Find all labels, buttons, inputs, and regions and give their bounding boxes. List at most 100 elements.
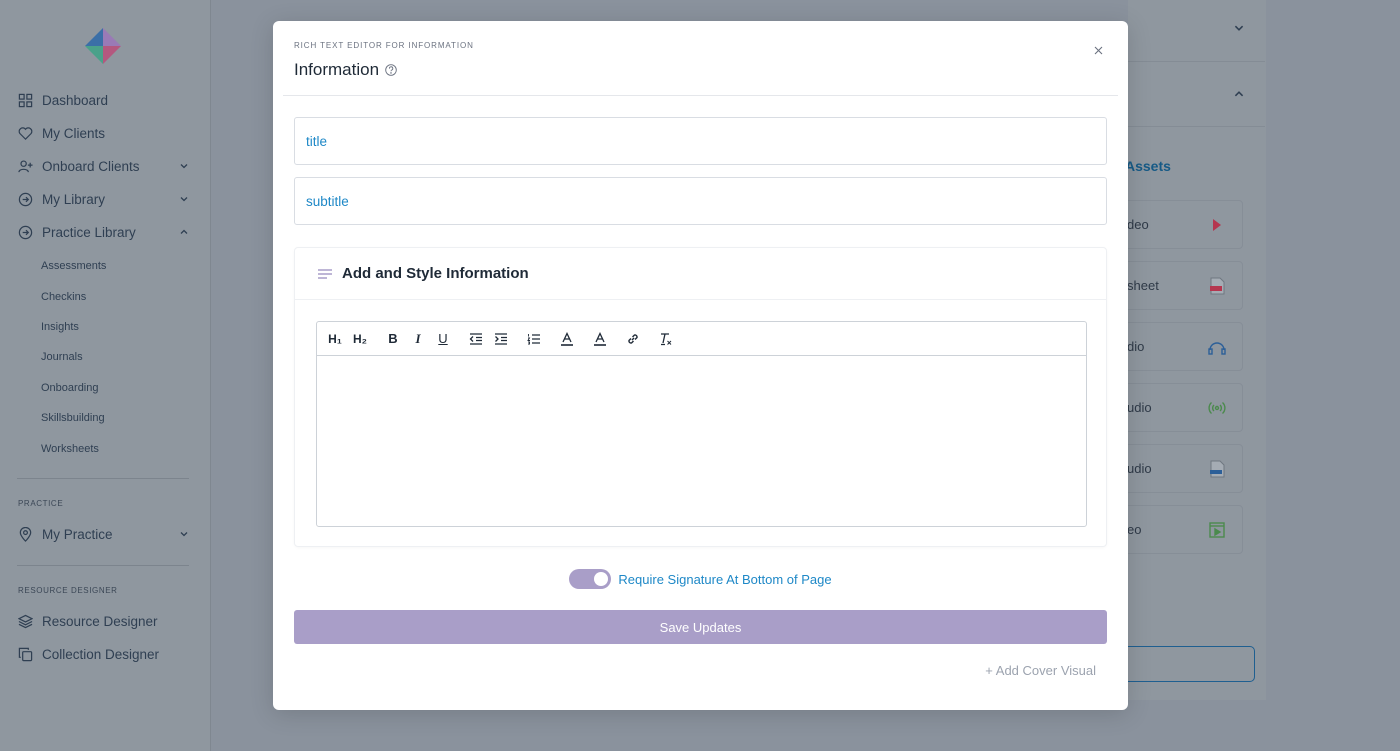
highlight-color-button[interactable] [592,331,608,347]
save-updates-button[interactable]: Save Updates [294,610,1107,644]
section-label-practice: PRACTICE [18,498,64,508]
asset-card-label: eo [1127,522,1142,537]
sidebar-item-collection-designer[interactable]: Collection Designer [0,638,211,671]
grid-icon [18,93,33,108]
asset-card-label: udio [1127,400,1152,415]
practice-library-submenu: Assessments Checkins Insights Journals O… [0,251,211,464]
sidebar-item-label: Onboard Clients [42,159,140,174]
sidebar-divider [17,564,189,566]
chevron-up-icon [180,229,188,234]
sidebar-nav: Dashboard My Clients Onboard Clients My … [0,84,211,671]
asset-card-file-audio[interactable]: udio [1110,444,1243,493]
asset-card-video[interactable]: deo [1110,200,1243,249]
chevron-down-icon [180,164,188,169]
editor-toolbar: H₁ H₂ B I U [317,322,1086,356]
arrow-circle-icon [18,225,33,240]
rich-text-card-heading: Add and Style Information [342,265,529,282]
chevron-up-icon [1234,91,1244,97]
title-input[interactable] [295,118,1106,164]
information-editor-modal: RICH TEXT EDITOR FOR INFORMATION Informa… [273,21,1128,710]
text-lines-icon [318,268,332,279]
sidebar-item-resource-designer[interactable]: Resource Designer [0,605,211,638]
modal-title: Information [294,60,397,80]
subtitle-field[interactable] [294,177,1107,225]
bold-button[interactable]: B [385,331,401,347]
pdf-icon [1210,277,1225,295]
sidebar-item-onboard-clients[interactable]: Onboard Clients [0,150,211,183]
sidebar-subitem-journals[interactable]: Journals [0,342,211,372]
app-logo [85,28,121,64]
video-file-icon [1209,522,1225,538]
asset-card-file-video[interactable]: eo [1110,505,1243,554]
sidebar-item-dashboard[interactable]: Dashboard [0,84,211,117]
text-color-button[interactable] [559,331,575,347]
asset-card-label: dio [1127,339,1145,354]
sidebar-subitem-worksheets[interactable]: Worksheets [0,433,211,463]
modal-eyebrow: RICH TEXT EDITOR FOR INFORMATION [294,41,474,50]
sidebar-item-my-clients[interactable]: My Clients [0,117,211,150]
sidebar-item-label: Dashboard [42,93,109,108]
sidebar-item-label: My Library [42,192,106,207]
signature-toggle-label[interactable]: Require Signature At Bottom of Page [618,572,831,587]
sidebar-item-my-practice[interactable]: My Practice [0,518,211,551]
location-pin-icon [19,526,32,542]
rich-text-card: Add and Style Information H₁ H₂ B I U [294,247,1107,547]
toggle-knob [594,572,609,586]
user-plus-icon [18,160,33,173]
signature-toggle[interactable] [569,569,612,589]
ordered-list-button[interactable] [526,331,542,347]
sidebar-item-label: My Clients [42,126,106,141]
sidebar: Dashboard My Clients Onboard Clients My … [0,0,211,751]
highlight-color-icon [594,331,606,346]
subtitle-input[interactable] [295,178,1106,224]
sidebar-item-label: Practice Library [42,225,136,240]
modal-title-text: Information [294,60,380,79]
outdent-button[interactable] [468,331,484,347]
heading1-button[interactable]: H₁ [327,331,343,347]
clear-formatting-button[interactable] [658,331,674,347]
expanded-section[interactable] [1128,62,1265,127]
title-field[interactable] [294,117,1107,165]
asset-card-live-audio[interactable]: udio [1110,383,1243,432]
sidebar-subitem-onboarding[interactable]: Onboarding [0,373,211,403]
asset-card-audio[interactable]: dio [1110,322,1243,371]
asset-card-label: sheet [1127,278,1159,293]
italic-button[interactable]: I [410,331,426,347]
sidebar-item-label: My Practice [42,526,113,542]
broadcast-icon [1208,401,1226,415]
add-cover-visual-link[interactable]: + Add Cover Visual [985,663,1096,678]
signature-toggle-row: Require Signature At Bottom of Page [273,569,1128,589]
play-icon [1213,219,1221,231]
asset-card-worksheet[interactable]: sheet [1110,261,1243,310]
sidebar-subitem-skillsbuilding[interactable]: Skillsbuilding [0,403,211,433]
text-color-icon [561,331,573,346]
ai-audio-icon [1208,342,1226,355]
heart-icon [18,127,33,140]
rich-text-editor[interactable]: H₁ H₂ B I U [316,321,1087,527]
sidebar-subitem-assessments[interactable]: Assessments [0,251,211,281]
close-icon[interactable] [1093,45,1104,56]
collapsed-section[interactable] [1128,0,1265,62]
background-outline-button[interactable] [1110,646,1255,682]
outdent-icon [469,332,482,345]
heading2-button[interactable]: H₂ [352,331,368,347]
sidebar-item-label: Collection Designer [42,646,160,662]
sidebar-item-my-library[interactable]: My Library [0,183,211,216]
link-button[interactable] [625,331,641,347]
sidebar-subitem-checkins[interactable]: Checkins [0,281,211,311]
underline-button[interactable]: U [435,331,451,347]
indent-button[interactable] [493,331,509,347]
asset-card-label: udio [1127,461,1152,476]
help-icon[interactable] [385,64,397,76]
rich-text-card-header: Add and Style Information [295,248,1106,300]
arrow-circle-icon [18,192,33,207]
section-label-resource-designer: RESOURCE DESIGNER [18,585,118,595]
chevron-down-icon [180,197,188,202]
asset-card-label: deo [1127,217,1149,232]
editor-content-area[interactable] [317,356,1086,526]
sidebar-subitem-insights[interactable]: Insights [0,312,211,342]
header-divider [283,95,1118,96]
clear-formatting-icon [661,332,672,345]
chevron-down-icon [1234,25,1244,31]
sidebar-item-practice-library[interactable]: Practice Library [0,216,211,249]
